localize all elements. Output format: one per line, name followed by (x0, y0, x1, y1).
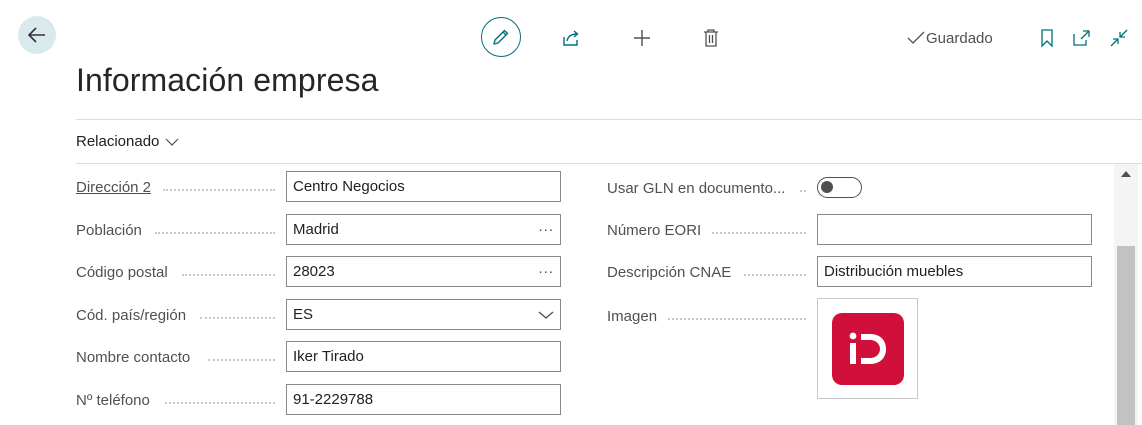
saved-status: Guardado (906, 28, 993, 48)
new-button[interactable] (630, 26, 654, 50)
dotted-leader (165, 402, 275, 404)
saved-label: Guardado (926, 29, 993, 47)
dotted-leader (163, 189, 275, 191)
telefono-field[interactable]: 91-2229788 (286, 384, 561, 415)
related-menu[interactable]: Relacionado (76, 133, 179, 150)
field-value: 91-2229788 (293, 391, 374, 408)
company-logo-mark (849, 332, 886, 364)
field-label-usar-gln: Usar GLN en documento... (607, 180, 786, 197)
divider (76, 119, 1142, 120)
divider (76, 163, 1142, 164)
dotted-leader (800, 190, 806, 192)
open-new-window-icon (1073, 30, 1090, 46)
field-value: Distribución muebles (824, 263, 964, 280)
usar-gln-toggle[interactable] (817, 177, 862, 198)
field-label-descripcion-cnae: Descripción CNAE (607, 264, 732, 281)
field-label-codigo-postal: Código postal (76, 264, 168, 281)
plus-icon (634, 30, 650, 46)
ellipsis-icon[interactable]: ... (538, 218, 554, 235)
field-label-pais-region: Cód. país/región (76, 307, 187, 324)
collapse-icon (1110, 29, 1128, 47)
toggle-knob (821, 181, 833, 193)
field-value: 28023 (293, 263, 335, 280)
check-icon (907, 31, 925, 44)
chevron-down-icon (538, 311, 554, 319)
direccion-2-field[interactable]: Centro Negocios (286, 171, 561, 202)
field-label-numero-eori: Número EORI (607, 222, 702, 239)
dotted-leader (668, 318, 806, 320)
company-logo (831, 312, 904, 385)
field-label-poblacion: Población (76, 222, 142, 239)
codigo-postal-field[interactable]: 28023 ... (286, 256, 561, 287)
bookmark-button[interactable] (1036, 26, 1058, 50)
field-label-imagen: Imagen (607, 308, 658, 325)
dotted-leader (208, 359, 275, 361)
field-value: Iker Tirado (293, 348, 364, 365)
back-arrow-icon (27, 27, 45, 43)
scroll-up-arrow[interactable] (1118, 170, 1134, 182)
trash-icon (704, 29, 718, 47)
nombre-contacto-field[interactable]: Iker Tirado (286, 341, 561, 372)
dotted-leader (182, 274, 275, 276)
chevron-down-icon (165, 138, 179, 146)
related-label: Relacionado (76, 133, 160, 150)
ellipsis-icon[interactable]: ... (538, 260, 554, 277)
dotted-leader (744, 274, 806, 276)
field-value: ES (293, 306, 314, 323)
share-button[interactable] (559, 26, 583, 50)
collapse-button[interactable] (1107, 26, 1131, 50)
bookmark-icon (1041, 29, 1053, 48)
caret-up-icon (1121, 171, 1131, 177)
field-label-direccion-2[interactable]: Dirección 2 (76, 179, 151, 196)
pais-region-select[interactable]: ES (286, 299, 561, 330)
dotted-leader (712, 232, 806, 234)
numero-eori-field[interactable] (817, 214, 1092, 245)
scrollbar-thumb[interactable] (1117, 246, 1135, 425)
edit-button[interactable] (481, 17, 521, 57)
poblacion-field[interactable]: Madrid ... (286, 214, 561, 245)
company-image[interactable] (817, 298, 918, 399)
dotted-leader (155, 232, 275, 234)
pencil-icon (493, 29, 509, 45)
field-label-nombre-contacto: Nombre contacto (76, 349, 191, 366)
back-button[interactable] (18, 16, 56, 54)
field-value: Madrid (293, 221, 339, 238)
delete-button[interactable] (699, 26, 723, 50)
field-label-telefono: Nº teléfono (76, 392, 150, 409)
share-icon (563, 30, 579, 46)
open-new-window-button[interactable] (1071, 26, 1093, 50)
dotted-leader (200, 317, 275, 319)
descripcion-cnae-field[interactable]: Distribución muebles (817, 256, 1092, 287)
page-title: Información empresa (76, 62, 379, 98)
field-value: Centro Negocios (293, 178, 405, 195)
